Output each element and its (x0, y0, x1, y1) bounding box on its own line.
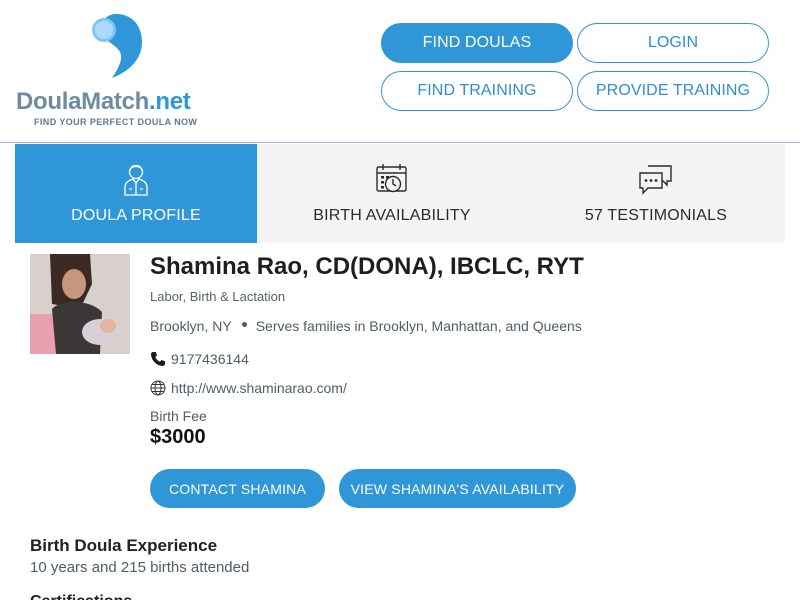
provide-training-button[interactable]: PROVIDE TRAINING (577, 71, 769, 111)
website-row: http://www.shaminarao.com/ (150, 380, 347, 396)
doula-profile-photo (30, 254, 130, 354)
tab-label: DOULA PROFILE (71, 207, 201, 224)
separator-dot (241, 321, 247, 327)
doula-name: Shamina Rao, CD(DONA), IBCLC, RYT (150, 253, 584, 280)
tab-testimonials[interactable]: 57 TESTIMONIALS (527, 144, 785, 243)
experience-heading: Birth Doula Experience (30, 536, 218, 555)
location-row: Brooklyn, NY Serves families in Brooklyn… (150, 318, 582, 334)
globe-icon (150, 380, 166, 396)
next-section-heading: Certifications (30, 593, 132, 600)
logo-word-doula: Doula (16, 88, 82, 115)
login-button[interactable]: LOGIN (577, 23, 769, 63)
phone-icon (150, 351, 166, 367)
phone-row: 9177436144 (150, 351, 249, 367)
contact-doula-button[interactable]: CONTACT SHAMINA (150, 469, 325, 508)
find-doulas-button[interactable]: FIND DOULAS (381, 23, 573, 63)
chat-bubbles-icon (638, 161, 674, 197)
tab-label: 57 TESTIMONIALS (584, 207, 728, 224)
city-text: Brooklyn, NY (150, 318, 232, 334)
calendar-clock-icon (375, 161, 409, 197)
doula-logo-icon (92, 14, 142, 78)
tab-birth-availability[interactable]: BIRTH AVAILABILITY (257, 144, 527, 243)
logo-word-match: Match (81, 88, 150, 115)
profile-tabs: DOULA PROFILE BIRTH AVAILABILITY 57 TEST… (15, 144, 785, 243)
website-link[interactable]: http://www.shaminarao.com/ (171, 380, 347, 396)
doula-specialty: Labor, Birth & Lactation (150, 289, 286, 304)
birth-fee-label: Birth Fee (150, 408, 207, 424)
phone-link[interactable]: 9177436144 (171, 351, 249, 367)
service-area-text: Serves families in Brooklyn, Manhattan, … (255, 318, 582, 334)
logo-wordmark: DoulaMatch.net (16, 88, 191, 116)
tab-doula-profile[interactable]: DOULA PROFILE (15, 144, 257, 243)
site-logo[interactable]: DoulaMatch.net FIND YOUR PERFECT DOULA N… (16, 12, 216, 132)
experience-text: 10 years and 215 births attended (30, 559, 250, 576)
tab-label: BIRTH AVAILABILITY (313, 207, 471, 224)
site-header: DoulaMatch.net FIND YOUR PERFECT DOULA N… (0, 0, 800, 143)
logo-word-net: .net (149, 88, 191, 115)
doula-person-icon (122, 161, 150, 197)
logo-tagline: FIND YOUR PERFECT DOULA NOW (34, 117, 198, 127)
view-availability-button[interactable]: VIEW SHAMINA'S AVAILABILITY (339, 469, 576, 508)
birth-fee-value: $3000 (150, 426, 206, 448)
find-training-button[interactable]: FIND TRAINING (381, 71, 573, 111)
